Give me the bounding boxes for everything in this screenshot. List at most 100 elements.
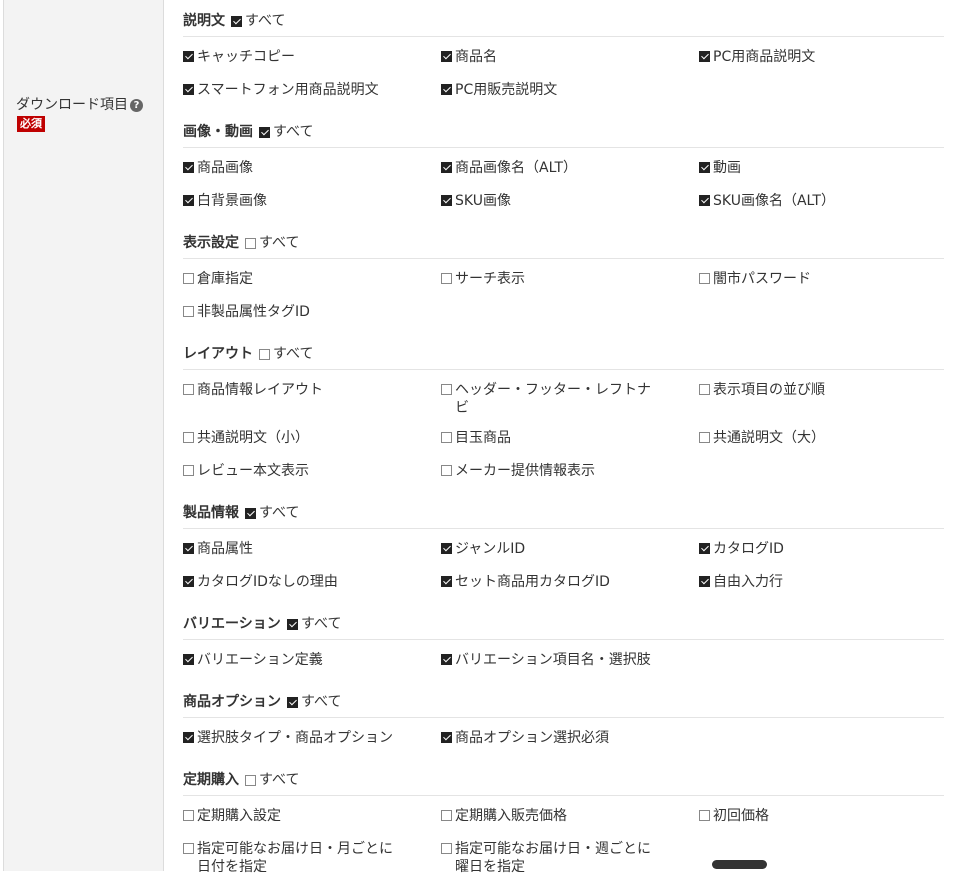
checkbox-checked-icon[interactable] [183, 543, 194, 554]
checkbox-item[interactable]: 初回価格 [699, 807, 909, 825]
checkbox-item[interactable]: PC用商品説明文 [699, 48, 909, 66]
checkbox-item[interactable]: PC用販売説明文 [441, 81, 651, 99]
checkbox-item[interactable]: 商品画像名（ALT） [441, 159, 651, 177]
checkbox-item[interactable]: バリエーション定義 [183, 651, 393, 669]
section-title: 製品情報 [183, 505, 239, 521]
checkbox-checked-icon[interactable] [441, 195, 452, 206]
checkbox-item[interactable]: 動画 [699, 159, 909, 177]
checkbox-empty-icon[interactable] [441, 273, 452, 284]
checkbox-item[interactable]: 共通説明文（大） [699, 429, 909, 447]
checkbox-item[interactable]: レビュー本文表示 [183, 462, 393, 480]
select-all-checkbox[interactable]: すべて [259, 343, 313, 363]
select-all-checkbox[interactable]: すべて [245, 769, 299, 789]
checkbox-item[interactable]: キャッチコピー [183, 48, 393, 66]
checkbox-empty-icon[interactable] [183, 432, 194, 443]
checkbox-checked-icon[interactable] [441, 51, 452, 62]
checkbox-checked-icon[interactable] [287, 697, 298, 708]
checkbox-empty-icon[interactable] [245, 775, 256, 786]
checkbox-item[interactable]: 目玉商品 [441, 429, 651, 447]
checkbox-item[interactable]: 定期購入設定 [183, 807, 393, 825]
checkbox-empty-icon[interactable] [183, 273, 194, 284]
checkbox-item[interactable]: 商品属性 [183, 540, 393, 558]
checkbox-checked-icon[interactable] [183, 162, 194, 173]
checkbox-item[interactable]: ジャンルID [441, 540, 651, 558]
select-all-checkbox[interactable]: すべて [245, 232, 299, 252]
checkbox-item[interactable]: 表示項目の並び順 [699, 381, 909, 399]
checkbox-empty-icon[interactable] [183, 306, 194, 317]
checkbox-label: 目玉商品 [455, 430, 511, 446]
checkbox-checked-icon[interactable] [183, 84, 194, 95]
checkbox-label: カタログIDなしの理由 [197, 574, 338, 590]
select-all-label: すべて [245, 13, 286, 29]
checkbox-checked-icon[interactable] [245, 508, 256, 519]
checkbox-checked-icon[interactable] [699, 51, 710, 62]
checkbox-item[interactable]: カタログIDなしの理由 [183, 573, 393, 591]
checkbox-empty-icon[interactable] [441, 843, 452, 854]
checkbox-empty-icon[interactable] [183, 465, 194, 476]
checkbox-checked-icon[interactable] [699, 543, 710, 554]
field-label: ダウンロード項目? [16, 94, 143, 114]
checkbox-empty-icon[interactable] [441, 432, 452, 443]
select-all-checkbox[interactable]: すべて [287, 691, 341, 711]
checkbox-item[interactable]: メーカー提供情報表示 [441, 462, 651, 480]
checkbox-item[interactable]: セット商品用カタログID [441, 573, 651, 591]
checkbox-empty-icon[interactable] [699, 432, 710, 443]
checkbox-item[interactable]: ヘッダー・フッター・レフトナビ [441, 381, 651, 417]
checkbox-checked-icon[interactable] [441, 732, 452, 743]
checkbox-label: 商品画像 [197, 160, 253, 176]
checkbox-empty-icon[interactable] [245, 238, 256, 249]
checkbox-label: サーチ表示 [455, 271, 525, 287]
checkbox-checked-icon[interactable] [441, 576, 452, 587]
checkbox-checked-icon[interactable] [183, 732, 194, 743]
select-all-checkbox[interactable]: すべて [259, 121, 313, 141]
checkbox-empty-icon[interactable] [699, 273, 710, 284]
checkbox-checked-icon[interactable] [441, 162, 452, 173]
checkbox-checked-icon[interactable] [231, 16, 242, 27]
checkbox-empty-icon[interactable] [441, 465, 452, 476]
checkbox-empty-icon[interactable] [699, 384, 710, 395]
checkbox-item[interactable]: 選択肢タイプ・商品オプション [183, 729, 393, 747]
checkbox-item[interactable]: 倉庫指定 [183, 270, 393, 288]
checkbox-checked-icon[interactable] [441, 654, 452, 665]
checkbox-checked-icon[interactable] [287, 619, 298, 630]
checkbox-empty-icon[interactable] [183, 810, 194, 821]
checkbox-checked-icon[interactable] [183, 51, 194, 62]
checkbox-checked-icon[interactable] [183, 195, 194, 206]
checkbox-item[interactable]: 白背景画像 [183, 192, 393, 210]
question-circle-icon[interactable]: ? [130, 99, 143, 112]
checkbox-empty-icon[interactable] [183, 843, 194, 854]
checkbox-item[interactable]: 商品画像 [183, 159, 393, 177]
checkbox-item[interactable]: 商品情報レイアウト [183, 381, 393, 399]
checkbox-item[interactable]: 非製品属性タグID [183, 303, 393, 321]
checkbox-item[interactable]: 共通説明文（小） [183, 429, 393, 447]
checkbox-item[interactable]: カタログID [699, 540, 909, 558]
checkbox-checked-icon[interactable] [259, 127, 270, 138]
checkbox-item[interactable]: 商品オプション選択必須 [441, 729, 651, 747]
scroll-indicator[interactable] [712, 860, 767, 869]
checkbox-checked-icon[interactable] [699, 576, 710, 587]
checkbox-item[interactable]: 闇市パスワード [699, 270, 909, 288]
checkbox-item[interactable]: SKU画像 [441, 192, 651, 210]
checkbox-item[interactable]: 商品名 [441, 48, 651, 66]
select-all-checkbox[interactable]: すべて [231, 10, 285, 30]
checkbox-checked-icon[interactable] [699, 195, 710, 206]
checkbox-empty-icon[interactable] [441, 384, 452, 395]
checkbox-item[interactable]: SKU画像名（ALT） [699, 192, 909, 210]
checkbox-empty-icon[interactable] [183, 384, 194, 395]
checkbox-label: カタログID [713, 541, 784, 557]
checkbox-checked-icon[interactable] [183, 654, 194, 665]
checkbox-checked-icon[interactable] [183, 576, 194, 587]
select-all-checkbox[interactable]: すべて [287, 613, 341, 633]
checkbox-empty-icon[interactable] [441, 810, 452, 821]
select-all-checkbox[interactable]: すべて [245, 502, 299, 522]
checkbox-checked-icon[interactable] [699, 162, 710, 173]
checkbox-empty-icon[interactable] [699, 810, 710, 821]
checkbox-item[interactable]: サーチ表示 [441, 270, 651, 288]
checkbox-item[interactable]: 定期購入販売価格 [441, 807, 651, 825]
checkbox-item[interactable]: スマートフォン用商品説明文 [183, 81, 393, 99]
checkbox-item[interactable]: バリエーション項目名・選択肢 [441, 651, 651, 669]
checkbox-checked-icon[interactable] [441, 84, 452, 95]
checkbox-item[interactable]: 自由入力行 [699, 573, 909, 591]
checkbox-empty-icon[interactable] [259, 349, 270, 360]
checkbox-checked-icon[interactable] [441, 543, 452, 554]
